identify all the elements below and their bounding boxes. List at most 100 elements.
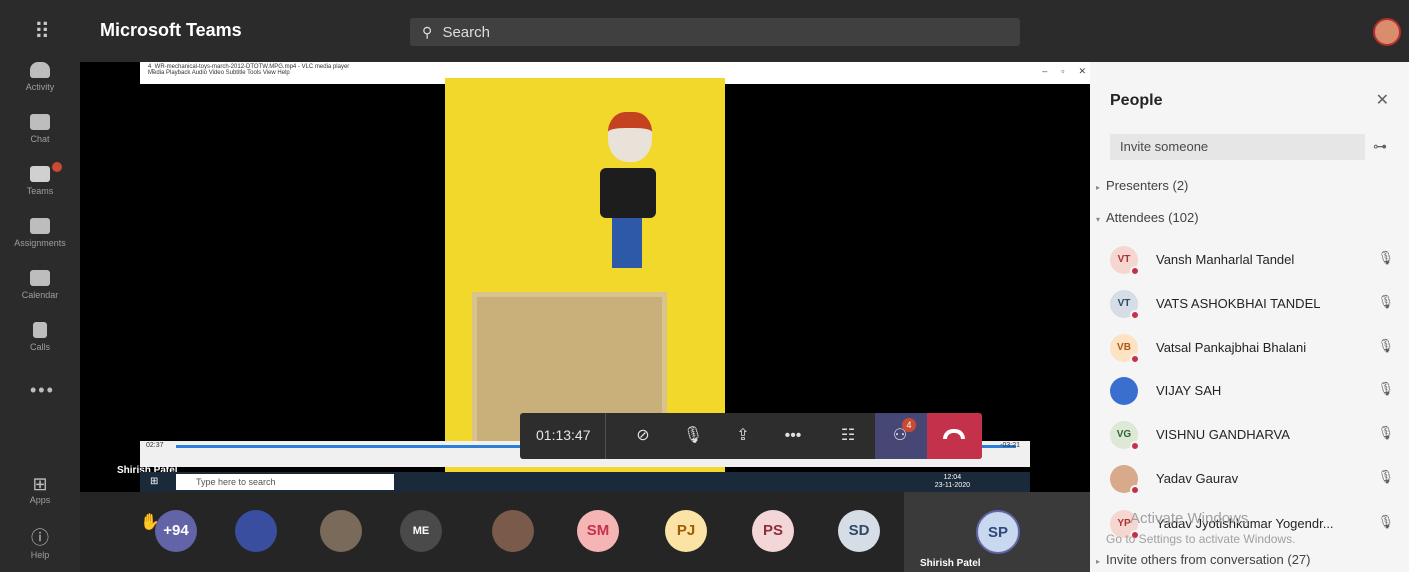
profile-avatar[interactable] — [1373, 18, 1401, 46]
rail-calls[interactable]: Calls — [0, 322, 80, 366]
attendees-section[interactable]: ▾ Attendees (102) — [1096, 210, 1199, 225]
windows-taskbar: ⊞ Type here to search 12:04 23-11-2020 — [140, 472, 1030, 492]
calendar-icon — [30, 270, 50, 286]
chat-icon — [30, 114, 50, 130]
elapsed-time: 02:37 — [146, 442, 164, 449]
participant-avatar[interactable] — [492, 510, 534, 552]
search-input[interactable]: ⚲ Search — [410, 18, 1020, 46]
rail-help[interactable]: ⓘ Help — [0, 524, 80, 560]
mic-muted-icon: 🎙︎ — [1377, 381, 1394, 396]
call-controls: 01:13:47 ⊘ 🎙︎ ⇪ ••• ☷ ⚇ 4 — [520, 413, 982, 459]
participant-avatar[interactable] — [235, 510, 277, 552]
person-name: Yadav Gaurav — [1156, 471, 1239, 486]
avatar: VT — [1110, 290, 1140, 320]
search-icon: ⚲ — [422, 24, 433, 40]
activate-windows-watermark: Activate Windows — [1130, 510, 1249, 527]
call-timer: 01:13:47 — [536, 427, 591, 443]
help-icon: ⓘ — [31, 528, 49, 548]
more-actions-icon[interactable]: ••• — [780, 423, 806, 449]
rail-label: Teams — [26, 186, 54, 196]
hang-up-icon — [943, 429, 965, 439]
list-item[interactable]: VT VATS ASHOKBHAI TANDEL 🎙︎ — [1110, 288, 1400, 322]
toy-head — [608, 112, 652, 162]
status-badge — [1130, 441, 1140, 451]
status-badge — [1130, 354, 1140, 364]
chevron-down-icon: ▾ — [1096, 215, 1101, 224]
active-speaker-avatar: SP — [976, 510, 1020, 554]
divider — [605, 413, 606, 459]
phone-icon — [33, 322, 47, 338]
rail-calendar[interactable]: Calendar — [0, 270, 80, 314]
section-label: Invite others from conversation (27) — [1106, 552, 1311, 567]
clock-date: 23-11-2020 — [934, 482, 970, 489]
person-name: Vatsal Pankajbhai Bhalani — [1156, 340, 1307, 355]
assignments-icon — [30, 218, 50, 234]
people-panel: People ✕ Invite someone ⊶ ▸ Presenters (2… — [1090, 62, 1409, 572]
chevron-right-icon: ▸ — [1096, 557, 1101, 566]
avatar: VB — [1110, 334, 1140, 364]
share-screen-icon[interactable]: ⇪ — [730, 423, 756, 449]
search-placeholder: Search — [442, 24, 490, 41]
participant-avatar[interactable]: PS — [752, 510, 794, 552]
rail-label: Help — [30, 550, 50, 560]
windows-start-icon: ⊞ — [150, 476, 159, 487]
camera-off-icon[interactable]: ⊘ — [630, 423, 656, 449]
list-item[interactable]: VG VISHNU GANDHARVA 🎙︎ — [1110, 419, 1400, 453]
bell-icon — [30, 62, 50, 78]
avatar: VG — [1110, 421, 1140, 451]
person-name: VATS ASHOKBHAI TANDEL — [1156, 296, 1321, 311]
list-item[interactable]: VIJAY SAH 🎙︎ — [1110, 375, 1400, 409]
chat-icon[interactable]: ☷ — [835, 423, 861, 449]
participant-avatar[interactable]: SD — [838, 510, 880, 552]
mic-icon[interactable]: 🎙︎ — [680, 423, 706, 449]
section-label: Presenters (2) — [1106, 178, 1189, 193]
teams-icon — [30, 166, 50, 182]
participant-avatar[interactable]: PJ — [665, 510, 707, 552]
list-item[interactable]: VT Vansh Manharlal Tandel 🎙︎ — [1110, 244, 1400, 278]
rail-activity[interactable]: Activity — [0, 62, 80, 106]
mic-muted-icon: 🎙︎ — [1377, 425, 1394, 440]
vlc-menu: Media Playback Audio Video Subtitle Tool… — [148, 70, 290, 76]
avatar-initials: VG — [1116, 429, 1132, 440]
rail-teams[interactable]: Teams — [0, 162, 80, 210]
participant-strip: ✋ +94 ME SM PJ PS SD SP Shirish Patel — [80, 492, 1090, 572]
participant-avatar[interactable]: SM — [577, 510, 619, 552]
participants-badge: 4 — [902, 418, 916, 432]
notification-badge — [52, 162, 62, 172]
app-rail: Activity Chat Teams Assignments Calendar… — [0, 62, 80, 572]
mic-muted-icon: 🎙︎ — [1377, 294, 1394, 309]
clock-time: 12:04 — [943, 474, 962, 481]
rail-assignments[interactable]: Assignments — [0, 218, 80, 262]
panel-title: People — [1110, 92, 1163, 109]
overflow-participants[interactable]: +94 — [155, 510, 197, 552]
list-item[interactable]: VB Vatsal Pankajbhai Bhalani 🎙︎ — [1110, 332, 1400, 366]
rail-apps[interactable]: ⊞ Apps — [0, 474, 80, 505]
mic-muted-icon: 🎙︎ — [1377, 469, 1394, 484]
list-item[interactable]: Yadav Gaurav 🎙︎ — [1110, 463, 1400, 497]
presenters-section[interactable]: ▸ Presenters (2) — [1096, 178, 1188, 193]
participants-button[interactable]: ⚇ 4 — [875, 413, 927, 459]
status-badge — [1130, 485, 1140, 495]
hang-up-button[interactable] — [927, 413, 982, 459]
participant-avatar[interactable] — [320, 510, 362, 552]
rail-label: Assignments — [14, 238, 66, 248]
avatar — [1110, 377, 1138, 405]
invite-input[interactable]: Invite someone — [1110, 134, 1365, 160]
mic-muted-icon: 🎙︎ — [1377, 514, 1394, 529]
participant-avatar[interactable]: ME — [400, 510, 442, 552]
status-badge — [1130, 310, 1140, 320]
active-speaker-name: Shirish Patel — [920, 558, 981, 569]
apps-icon: ⊞ — [32, 474, 48, 494]
avatar-initials: VB — [1117, 342, 1131, 353]
link-icon[interactable]: ⊶ — [1373, 138, 1387, 155]
app-launcher-icon[interactable]: ⠿ — [30, 20, 54, 44]
activate-windows-watermark-sub: Go to Settings to activate Windows. — [1106, 532, 1296, 546]
app-title: Microsoft Teams — [100, 20, 242, 40]
rail-label: Activity — [25, 82, 55, 92]
close-icon[interactable]: ✕ — [1376, 90, 1389, 110]
more-apps-icon[interactable]: ••• — [30, 380, 55, 401]
rail-chat[interactable]: Chat — [0, 114, 80, 158]
avatar: VT — [1110, 246, 1140, 276]
chevron-right-icon: ▸ — [1096, 183, 1101, 192]
invite-others-section[interactable]: ▸ Invite others from conversation (27) — [1096, 552, 1311, 567]
